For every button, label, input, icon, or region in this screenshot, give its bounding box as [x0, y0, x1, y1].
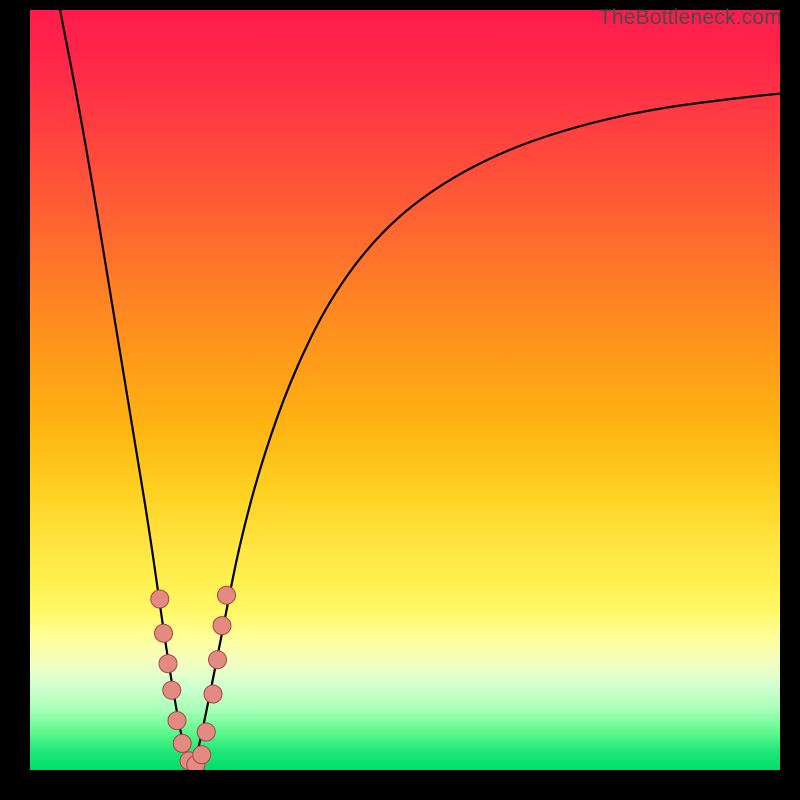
chart-svg: [30, 10, 780, 770]
data-marker: [213, 617, 231, 635]
marker-group: [151, 586, 236, 770]
watermark-text: TheBottleneck.com: [599, 6, 782, 30]
plot-area: [30, 10, 780, 770]
chart-frame: TheBottleneck.com: [0, 0, 800, 800]
data-marker: [155, 624, 173, 642]
data-marker: [163, 681, 181, 699]
data-marker: [209, 651, 227, 669]
data-marker: [159, 655, 177, 673]
data-marker: [218, 586, 236, 604]
bottleneck-curve: [60, 10, 780, 764]
data-marker: [197, 723, 215, 741]
data-marker: [151, 590, 169, 608]
data-marker: [173, 734, 191, 752]
data-marker: [193, 746, 211, 764]
data-marker: [204, 685, 222, 703]
data-marker: [168, 712, 186, 730]
